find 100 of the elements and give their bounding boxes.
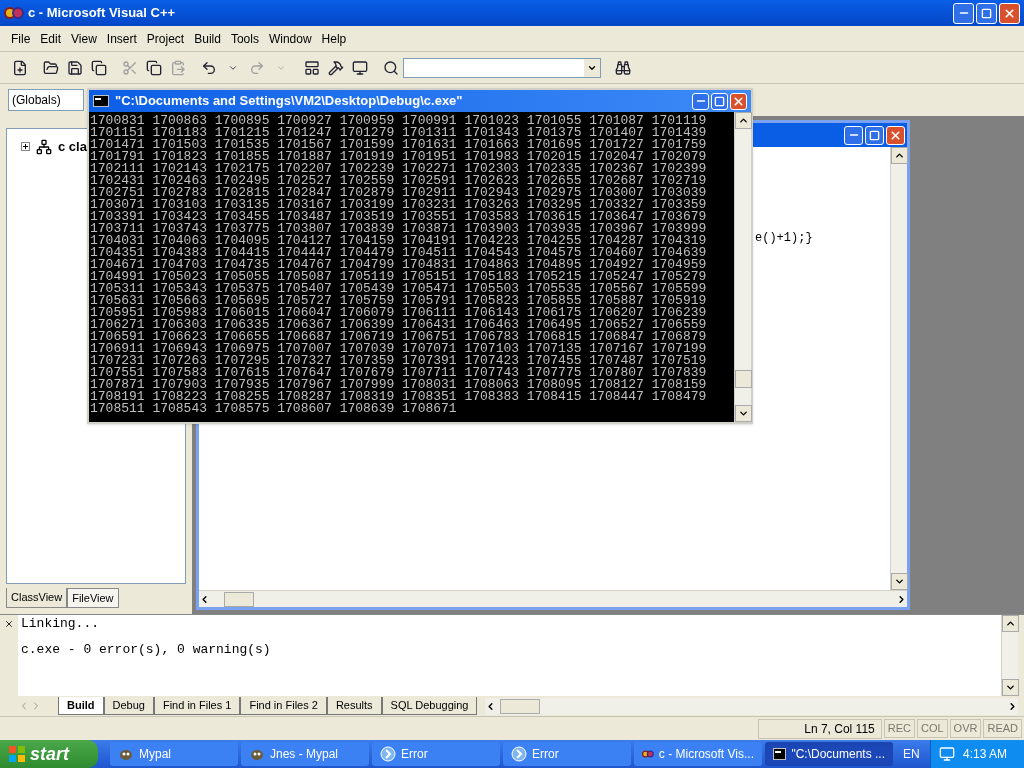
vertical-scrollbar[interactable] — [734, 112, 751, 422]
chevron-right-icon[interactable] — [1007, 700, 1018, 712]
output-tab[interactable]: Find in Files 1 — [153, 697, 241, 715]
vertical-scrollbar[interactable] — [890, 147, 907, 590]
start-button[interactable]: start — [0, 740, 98, 768]
minimize-button[interactable] — [953, 2, 974, 24]
menu-item[interactable]: File — [6, 27, 36, 50]
scroll-thumb[interactable] — [224, 591, 254, 607]
menu-item[interactable]: Project — [141, 27, 190, 50]
console-line: 1703711 1703743 1703775 1703807 1703839 1703871 1703903 1703935 1703967 1703999 — [90, 223, 707, 235]
horizontal-scrollbar[interactable] — [485, 697, 1018, 715]
console-line: 1706271 1706303 1706335 1706367 1706399 1706431 1706463 1706495 1706527 1706559 — [90, 319, 707, 331]
console-line: 1704991 1705023 1705055 1705087 1705119 1705151 1705183 1705215 1705247 1705279 — [90, 271, 707, 283]
console-line: 1701791 1701823 1701855 1701887 1701919 1701951 1701983 1702015 1702047 1702079 — [90, 151, 707, 163]
workspace-tab[interactable]: FileView — [67, 588, 119, 608]
scope-dropdown[interactable]: (Globals) — [8, 89, 84, 111]
workspace-tab[interactable]: ClassView — [6, 588, 68, 608]
chevron-right-icon[interactable] — [896, 593, 907, 605]
taskbar-button[interactable]: c - Microsoft Vis... — [634, 742, 762, 766]
menu-item[interactable]: Window — [263, 27, 317, 50]
window-title: c - Microsoft Visual C++ — [28, 4, 176, 23]
chevron-up-icon[interactable] — [893, 150, 905, 161]
console-line: 1708191 1708223 1708255 1708287 1708319 1708351 1708383 1708415 1708447 1708479 — [90, 391, 707, 403]
console-line: 1702111 1702143 1702175 1702207 1702239 1702271 1702303 1702335 1702367 1702399 — [90, 163, 707, 175]
status-indicator: COL — [916, 719, 948, 738]
menu-item[interactable]: Help — [316, 27, 352, 50]
clock: 4:13 AM — [963, 746, 1008, 763]
chevron-down-icon[interactable] — [893, 576, 905, 587]
console-line: 1703071 1703103 1703135 1703167 1703199 1703231 1703263 1703295 1703327 1703359 — [90, 199, 707, 211]
console-line: 1708511 1708543 1708575 1708607 1708639 1708671 — [90, 403, 457, 415]
close-icon — [732, 94, 745, 108]
close-icon — [889, 128, 902, 142]
chevron-up-icon[interactable] — [737, 115, 749, 126]
expand-icon[interactable] — [21, 142, 30, 152]
cursor-position: Ln 7, Col 115 — [757, 718, 882, 739]
circle-icon — [511, 746, 527, 762]
console-line: 1705631 1705663 1705695 1705727 1705759 1705791 1705823 1705855 1705887 1705919 — [90, 295, 707, 307]
console-title: "C:\Documents and Settings\VM2\Desktop\Debug\c.exe" — [115, 92, 463, 111]
console-line: 1702751 1702783 1702815 1702847 1702879 1702911 1702943 1702975 1703007 1703039 — [90, 187, 707, 199]
output-tab[interactable]: SQL Debugging — [381, 697, 478, 715]
chevron-up-icon[interactable] — [1004, 618, 1016, 629]
minimize-button[interactable] — [692, 92, 709, 110]
taskbar-button[interactable]: "C:\Documents ... — [765, 742, 893, 766]
chevron-down-icon[interactable] — [1004, 682, 1016, 693]
console-line: 1705311 1705343 1705375 1705407 1705439 1705471 1705503 1705535 1705567 1705599 — [90, 283, 707, 295]
status-indicator: OVR — [949, 719, 982, 738]
output-tab[interactable]: Build — [58, 697, 104, 715]
console-line: 1707231 1707263 1707295 1707327 1707359 1707391 1707423 1707455 1707487 1707519 — [90, 355, 707, 367]
menu-item[interactable]: View — [66, 27, 102, 50]
windows-flag-icon — [8, 745, 26, 763]
vertical-scrollbar[interactable] — [1001, 615, 1018, 696]
console-line: 1706911 1706943 1706975 1707007 1707039 1707071 1707103 1707135 1707167 1707199 — [90, 343, 707, 355]
infinity-logo-icon — [642, 747, 654, 761]
menu-item[interactable]: Tools — [225, 27, 264, 50]
maximize-button[interactable] — [865, 125, 884, 145]
console-line: 1704351 1704383 1704415 1704447 1704479 1704511 1704543 1704575 1704607 1704639 — [90, 247, 707, 259]
console-icon — [773, 748, 787, 760]
maximize-button[interactable] — [711, 92, 728, 110]
console-line: 1701471 1701503 1701535 1701567 1701599 1701631 1701663 1701695 1701727 1701759 — [90, 139, 707, 151]
taskbar-button[interactable]: Jnes - Mypal — [241, 742, 369, 766]
close-button[interactable] — [999, 2, 1020, 24]
console-line: 1707551 1707583 1707615 1707647 1707679 1707711 1707743 1707775 1707807 1707839 — [90, 367, 707, 379]
console-icon — [93, 95, 109, 107]
close-icon — [1003, 6, 1016, 20]
taskbar-button[interactable]: Error — [372, 742, 500, 766]
console-line: 1700831 1700863 1700895 1700927 1700959 1700991 1701023 1701055 1701087 1701119 — [90, 115, 707, 127]
taskbar-button[interactable]: Error — [503, 742, 631, 766]
menu-item[interactable]: Edit — [35, 27, 67, 50]
circle-icon — [380, 746, 396, 762]
console-line: 1705951 1705983 1706015 1706047 1706079 1706111 1706143 1706175 1706207 1706239 — [90, 307, 707, 319]
status-indicator: REC — [883, 719, 915, 738]
output-tab[interactable]: Results — [326, 697, 382, 715]
code-line: e()+1);} — [755, 230, 813, 247]
status-indicator: READ — [983, 719, 1022, 738]
maximize-icon — [714, 95, 725, 107]
menu-item[interactable]: Build — [189, 27, 226, 50]
taskbar-button[interactable]: Mypal — [110, 742, 238, 766]
close-button[interactable] — [730, 92, 747, 110]
maximize-button[interactable] — [976, 2, 997, 24]
classes-icon — [36, 138, 52, 155]
close-button[interactable] — [886, 125, 905, 145]
horizontal-scrollbar[interactable] — [199, 590, 907, 607]
find-field[interactable] — [403, 57, 601, 78]
chevron-down-icon[interactable] — [737, 408, 749, 419]
close-icon[interactable] — [4, 619, 14, 629]
minimize-button[interactable] — [844, 125, 863, 145]
console-line: 1702431 1702463 1702495 1702527 1702559 1702591 1702623 1702655 1702687 1702719 — [90, 175, 707, 187]
output-tab[interactable]: Debug — [103, 697, 154, 715]
console-line: 1703391 1703423 1703455 1703487 1703519 1703551 1703583 1703615 1703647 1703679 — [90, 211, 707, 223]
console-line: 1704671 1704703 1704735 1704767 1704799 1704831 1704863 1704895 1704927 1704959 — [90, 259, 707, 271]
menu-item[interactable]: Insert — [101, 27, 142, 50]
console-line: 1701151 1701183 1701215 1701247 1701279 1701311 1701343 1701375 1701407 1701439 — [90, 127, 707, 139]
output-tab[interactable]: Find in Files 2 — [240, 697, 327, 715]
console-line: 1706591 1706623 1706655 1706687 1706719 1706751 1706783 1706815 1706847 1706879 — [90, 331, 707, 343]
tree-item[interactable]: c cla — [58, 137, 87, 157]
output-line: Linking... — [21, 617, 99, 631]
scroll-thumb[interactable] — [500, 698, 541, 714]
scroll-thumb[interactable] — [735, 370, 752, 388]
language-indicator[interactable]: EN — [903, 745, 920, 763]
maximize-icon — [869, 129, 880, 141]
